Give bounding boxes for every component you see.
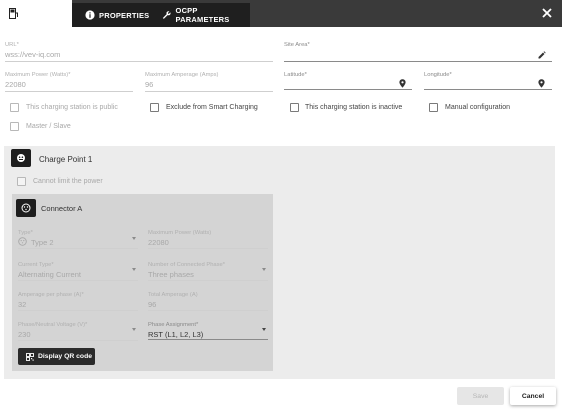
current-type-select: Alternating Current <box>18 270 81 279</box>
connected-phases-underline <box>148 280 268 281</box>
map-pin-icon[interactable] <box>399 79 406 88</box>
tab-properties[interactable]: PROPERTIES <box>72 3 150 27</box>
max-power-label: Maximum Power (Watts)* <box>5 72 71 78</box>
amperage-per-phase-field: 32 <box>18 300 27 309</box>
display-qr-code-button[interactable]: Display QR code <box>18 348 95 365</box>
inactive-checkbox-label: This charging station is inactive <box>305 104 403 111</box>
dropdown-caret-icon <box>132 237 136 240</box>
connector-max-power-underline <box>148 248 268 249</box>
inactive-checkbox[interactable] <box>290 103 299 112</box>
info-icon <box>85 10 95 20</box>
voltage-underline <box>18 340 138 341</box>
master-slave-label: Master / Slave <box>26 123 71 130</box>
max-amperage-field: 96 <box>145 80 154 89</box>
connected-phases-select: Three phases <box>148 270 194 279</box>
edit-pencil-icon[interactable] <box>538 51 546 59</box>
exclude-smart-charging-label: Exclude from Smart Charging <box>166 104 258 111</box>
charge-point-badge <box>11 149 31 167</box>
max-amperage-label: Maximum Amperage (Amps) <box>145 72 219 78</box>
connector-type-underline <box>18 248 138 249</box>
exclude-smart-charging-checkbox[interactable] <box>150 103 159 112</box>
current-type-underline <box>18 280 138 281</box>
site-area-label: Site Area* <box>284 42 310 48</box>
connector-title: Connector A <box>41 204 83 213</box>
tab-properties-label: PROPERTIES <box>99 10 150 20</box>
connector-max-power-field: 22080 <box>148 238 169 247</box>
connector-max-power-label: Maximum Power (Watts) <box>148 230 212 236</box>
manual-configuration-checkbox[interactable] <box>429 103 438 112</box>
dropdown-caret-icon <box>132 328 136 331</box>
max-power-field: 22080 <box>5 80 26 89</box>
type2-plug-icon <box>21 203 31 213</box>
manual-configuration-label: Manual configuration <box>445 104 510 111</box>
wrench-icon <box>162 11 171 19</box>
charging-station-icon <box>9 8 18 19</box>
dropdown-caret-icon[interactable] <box>262 328 266 331</box>
cancel-button[interactable]: Cancel <box>510 387 556 405</box>
url-label: URL* <box>5 42 19 48</box>
dropdown-caret-icon <box>132 268 136 271</box>
charge-point-title: Charge Point 1 <box>39 155 93 164</box>
master-slave-checkbox[interactable] <box>10 122 19 131</box>
tab-charging-station[interactable] <box>0 0 72 27</box>
save-button[interactable]: Save <box>457 387 504 405</box>
connector-type-label: Type* <box>18 230 33 236</box>
close-icon[interactable] <box>540 6 554 20</box>
latitude-field[interactable] <box>284 89 412 90</box>
phase-assignment-select[interactable]: RST (L1, L2, L3) <box>148 330 203 339</box>
public-checkbox[interactable] <box>10 103 19 112</box>
longitude-label: Longitude* <box>424 72 452 78</box>
total-amperage-field: 96 <box>148 300 157 309</box>
max-power-underline <box>5 91 133 92</box>
type2-plug-icon <box>18 237 27 246</box>
amperage-per-phase-underline <box>18 310 138 311</box>
connector-panel <box>12 194 273 371</box>
cannot-limit-power-checkbox[interactable] <box>17 177 26 186</box>
voltage-select: 230 <box>18 330 31 339</box>
voltage-label: Phase/Neutral Voltage (V)* <box>18 322 88 328</box>
dropdown-caret-icon <box>262 268 266 271</box>
connector-type-select: Type 2 <box>31 238 54 247</box>
plug-icon <box>17 154 25 162</box>
total-amperage-label: Total Amperage (A) <box>148 292 198 298</box>
phase-assignment-underline <box>148 339 268 340</box>
total-amperage-underline <box>148 310 268 311</box>
site-area-field[interactable] <box>284 61 552 62</box>
amperage-per-phase-label: Amperage per phase (A)* <box>18 292 84 298</box>
qr-code-icon <box>26 352 34 361</box>
url-field: wss://vev-iq.com <box>5 50 61 59</box>
current-type-label: Current Type* <box>18 262 54 268</box>
longitude-field[interactable] <box>424 89 552 90</box>
cannot-limit-power-label: Cannot limit the power <box>33 178 103 185</box>
max-amperage-underline <box>145 91 273 92</box>
dialog-header: PROPERTIES OCPP PARAMETERS <box>0 0 562 27</box>
url-underline <box>5 61 273 62</box>
map-pin-icon[interactable] <box>538 79 545 88</box>
connected-phases-label: Number of Connected Phase* <box>148 262 226 268</box>
tab-ocpp-parameters[interactable]: OCPP PARAMETERS <box>150 3 250 27</box>
display-qr-code-label: Display QR code <box>38 353 93 360</box>
tab-ocpp-label: OCPP PARAMETERS <box>175 6 230 24</box>
latitude-label: Latitude* <box>284 72 307 78</box>
public-checkbox-label: This charging station is public <box>26 104 118 111</box>
phase-assignment-label: Phase Assignment* <box>148 322 199 328</box>
connector-badge <box>16 199 36 217</box>
